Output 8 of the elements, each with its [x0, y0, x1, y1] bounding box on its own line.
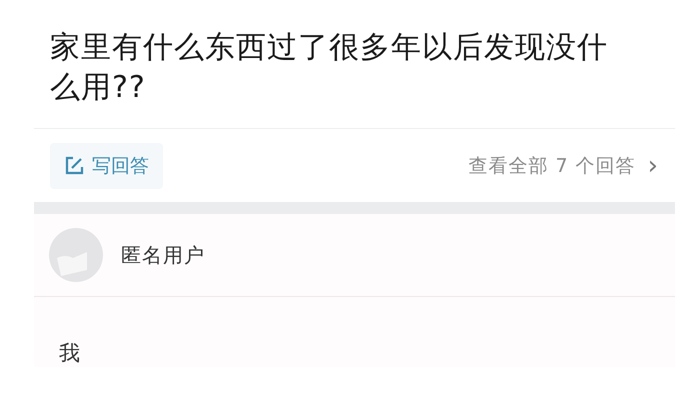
- author-name[interactable]: 匿名用户: [121, 242, 205, 268]
- write-answer-button[interactable]: 写回答: [50, 142, 163, 188]
- answer-text: 我: [58, 340, 81, 367]
- question-title: 家里有什么东西过了很多年以后发现没什么用??: [50, 29, 609, 107]
- edit-icon: [64, 156, 84, 176]
- chevron-icon[interactable]: ›: [648, 152, 659, 178]
- avatar[interactable]: [49, 228, 103, 282]
- view-all-answers-link[interactable]: 查看全部 7 个回答: [468, 152, 636, 178]
